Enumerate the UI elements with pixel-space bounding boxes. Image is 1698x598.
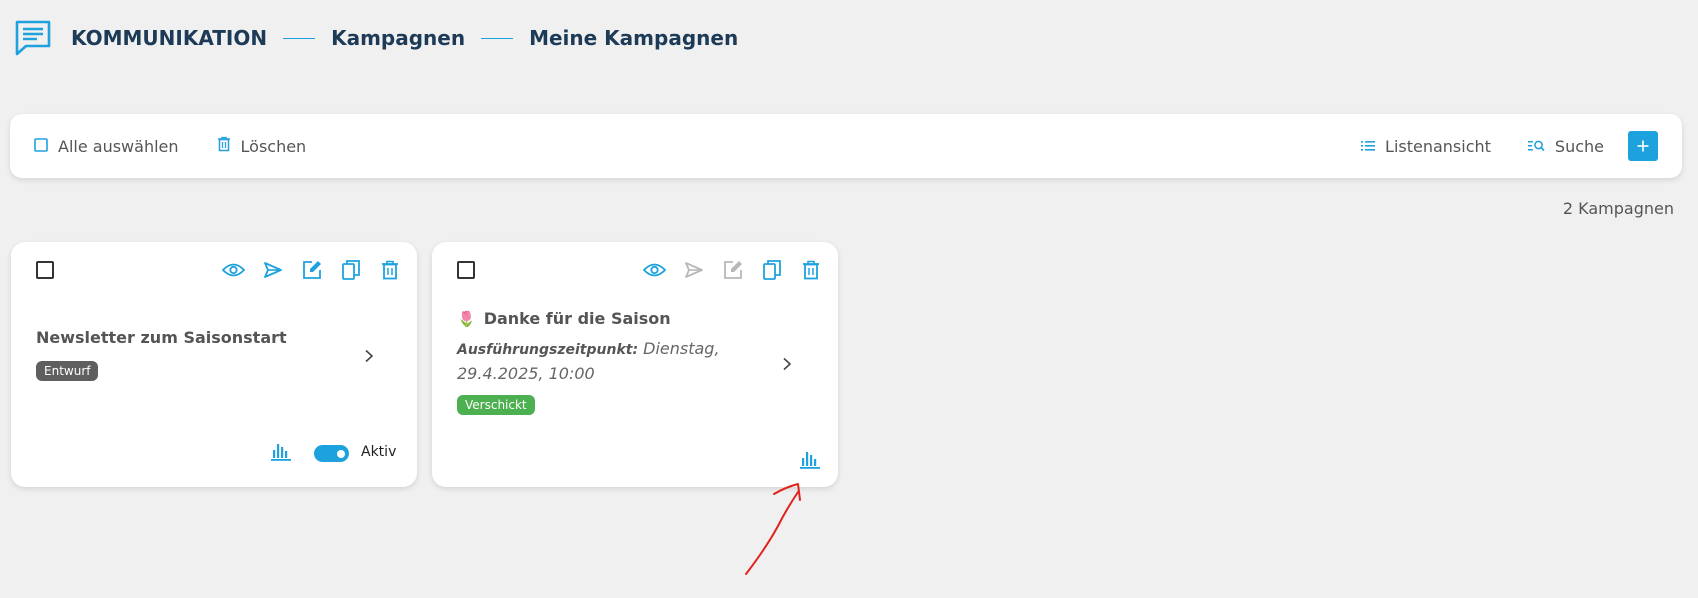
checkbox-icon	[34, 137, 48, 156]
card-checkbox[interactable]	[36, 261, 54, 279]
chevron-right-icon[interactable]	[780, 356, 794, 371]
bar-chart-icon[interactable]	[799, 449, 821, 469]
preview-eye-icon[interactable]	[222, 258, 245, 281]
bar-chart-icon[interactable]	[270, 441, 292, 461]
list-view-button[interactable]: Listenansicht	[1361, 137, 1491, 156]
delete-button[interactable]: Löschen	[217, 136, 307, 156]
edit-icon[interactable]	[300, 258, 323, 281]
add-campaign-button[interactable]	[1628, 131, 1658, 161]
trash-icon[interactable]	[378, 258, 401, 281]
search-button[interactable]: Suche	[1527, 136, 1604, 156]
preview-eye-icon[interactable]	[643, 258, 666, 281]
tulip-icon: 🌷	[457, 309, 476, 328]
trash-icon	[217, 136, 231, 156]
breadcrumb-separator	[481, 37, 514, 39]
card-checkbox[interactable]	[457, 261, 475, 279]
chevron-right-icon[interactable]	[362, 348, 376, 363]
active-toggle-label: Aktiv	[361, 444, 397, 460]
active-toggle[interactable]	[314, 445, 349, 462]
campaign-title[interactable]: 🌷 Danke für die Saison	[457, 309, 671, 328]
select-all-button[interactable]: Alle auswählen	[34, 137, 179, 156]
breadcrumb-kampagnen[interactable]: Kampagnen	[331, 26, 465, 50]
campaign-card[interactable]: Newsletter zum Saisonstart Entwurf Aktiv	[11, 242, 417, 487]
execution-time-label: Ausführungszeitpunkt:	[457, 342, 639, 358]
toolbar: Alle auswählen Löschen Listenansicht Suc…	[10, 114, 1682, 178]
copy-icon[interactable]	[760, 258, 783, 281]
breadcrumb-separator	[283, 37, 316, 39]
edit-icon	[721, 258, 744, 281]
search-list-icon	[1527, 137, 1545, 156]
breadcrumb-kommunikation[interactable]: KOMMUNIKATION	[71, 26, 267, 50]
breadcrumb-meine-kampagnen: Meine Kampagnen	[529, 26, 739, 50]
status-badge: Entwurf	[36, 361, 99, 381]
page: KOMMUNIKATION Kampagnen Meine Kampagnen …	[0, 0, 1698, 598]
select-all-label: Alle auswählen	[58, 136, 179, 156]
campaign-count: 2 Kampagnen	[1562, 199, 1674, 218]
send-icon[interactable]	[261, 258, 284, 281]
copy-icon[interactable]	[339, 258, 362, 281]
toolbar-right: Listenansicht Suche	[1361, 131, 1658, 161]
campaign-title[interactable]: Newsletter zum Saisonstart	[36, 328, 287, 347]
breadcrumb: KOMMUNIKATION Kampagnen Meine Kampagnen	[13, 18, 738, 58]
card-actions	[222, 258, 401, 281]
search-label: Suche	[1554, 136, 1604, 156]
campaign-card[interactable]: 🌷 Danke für die Saison Ausführungszeitpu…	[432, 242, 838, 487]
list-view-label: Listenansicht	[1385, 136, 1491, 156]
plus-icon	[1637, 137, 1649, 156]
card-actions	[643, 258, 822, 281]
send-icon	[682, 258, 705, 281]
delete-label: Löschen	[240, 136, 307, 156]
list-icon	[1361, 137, 1376, 156]
chat-message-icon	[13, 18, 53, 58]
status-badge: Verschickt	[457, 395, 535, 415]
execution-time: Ausführungszeitpunkt: Dienstag, 29.4.202…	[457, 337, 727, 386]
campaign-title-text: Danke für die Saison	[483, 309, 671, 328]
trash-icon[interactable]	[799, 258, 822, 281]
annotation-arrow	[745, 483, 801, 575]
